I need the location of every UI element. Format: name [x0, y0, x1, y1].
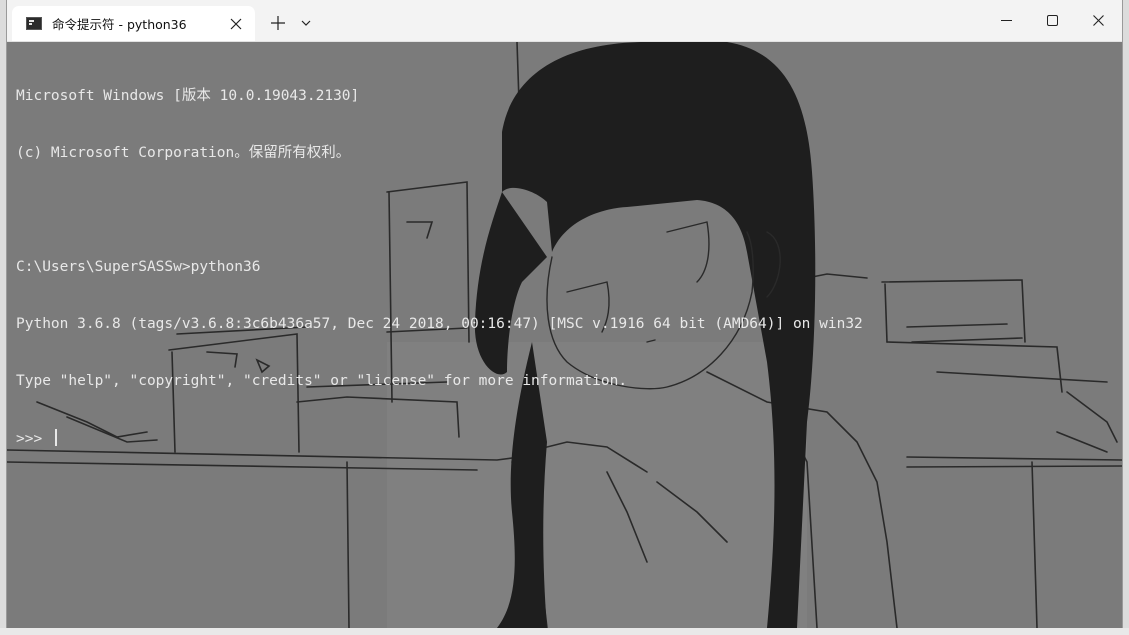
close-window-button[interactable]	[1075, 0, 1121, 41]
terminal-content[interactable]: Microsoft Windows [版本 10.0.19043.2130] (…	[7, 42, 1122, 628]
tab-cmd-python36[interactable]: 命令提示符 - python36	[12, 6, 255, 41]
terminal-line: Type "help", "copyright", "credits" or "…	[16, 373, 628, 389]
plus-icon	[271, 16, 285, 30]
terminal-line: Microsoft Windows [版本 10.0.19043.2130]	[16, 88, 360, 104]
close-icon	[230, 18, 242, 29]
terminal-line: (c) Microsoft Corporation。保留所有权利。	[16, 145, 351, 161]
desktop-strip	[0, 628, 1129, 635]
chevron-down-icon	[301, 20, 311, 26]
terminal-line: C:\Users\SuperSASSw>python36	[16, 259, 261, 275]
python-prompt: >>>	[16, 431, 51, 447]
minimize-button[interactable]	[983, 0, 1029, 41]
terminal-output[interactable]: Microsoft Windows [版本 10.0.19043.2130] (…	[16, 49, 863, 486]
close-icon	[1092, 15, 1104, 26]
text-cursor	[54, 429, 57, 446]
maximize-button[interactable]	[1029, 0, 1075, 41]
terminal-window: 命令提示符 - python36 Microsoft Windows [版本 1…	[7, 0, 1122, 628]
tab-dropdown-button[interactable]	[295, 6, 317, 40]
terminal-line: Python 3.6.8 (tags/v3.6.8:3c6b436a57, De…	[16, 316, 863, 332]
tab-title: 命令提示符 - python36	[52, 17, 187, 32]
maximize-icon	[1046, 15, 1058, 26]
cmd-icon	[26, 17, 42, 30]
minimize-icon	[1000, 20, 1012, 21]
new-tab-button[interactable]	[265, 6, 291, 40]
title-bar[interactable]: 命令提示符 - python36	[7, 0, 1122, 42]
close-tab-button[interactable]	[223, 11, 249, 37]
prompt-line[interactable]: >>>	[16, 429, 863, 448]
